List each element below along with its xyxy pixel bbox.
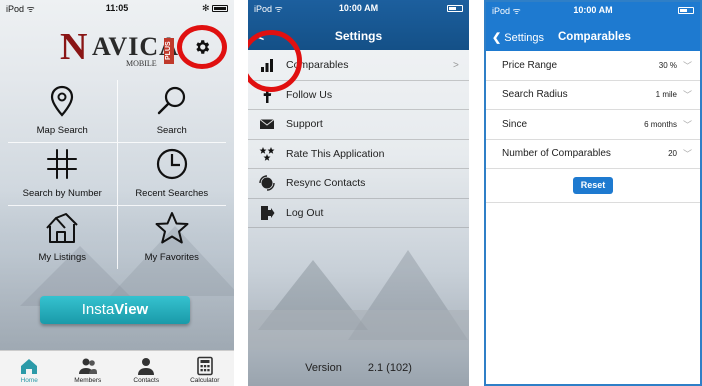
grid-row: Search by Number Recent Searches (8, 143, 226, 206)
row-value: 6 months (644, 119, 677, 129)
tab-members-label: Members (74, 377, 102, 384)
map-pin-icon (51, 85, 74, 117)
row-value: 20 (668, 149, 677, 159)
tab-members[interactable]: Members (59, 351, 118, 386)
instaview-bold: View (114, 301, 149, 318)
recent-searches-label: Recent Searches (135, 188, 209, 199)
search-by-number-label: Search by Number (22, 188, 102, 199)
instaview-prefix: Insta (81, 301, 115, 318)
battery-icon (393, 3, 464, 13)
chevron-left-icon: ❮ (492, 32, 502, 44)
clock-icon (156, 148, 187, 180)
comparables-settings-list: Price Range 30 % ﹀ Search Radius 1 mile … (486, 51, 700, 203)
chevron-down-icon: ﹀ (682, 119, 692, 130)
my-favorites-button[interactable]: My Favorites (116, 206, 227, 269)
envelope-icon (259, 119, 275, 130)
members-icon (78, 358, 97, 374)
menu-item-label: Comparables (286, 59, 349, 72)
contact-icon (138, 358, 155, 375)
recent-searches-button[interactable]: Recent Searches (116, 143, 227, 205)
search-radius-row[interactable]: Search Radius 1 mile ﹀ (486, 81, 700, 110)
menu-item-label: Log Out (286, 206, 324, 219)
row-label: Since (502, 118, 528, 130)
menu-item-label: Follow Us (286, 88, 333, 101)
menu-item-label: Resync Contacts (286, 177, 366, 190)
chevron-right-icon: > (453, 59, 459, 71)
calculator-icon (196, 356, 213, 376)
menu-item-log-out[interactable]: Log Out (248, 199, 469, 228)
back-label: Settings (504, 32, 545, 44)
menu-item-label: Support (286, 118, 323, 131)
hash-icon (47, 149, 78, 179)
menu-item-label: Rate This Application (286, 147, 385, 160)
row-label: Number of Comparables (502, 148, 611, 160)
chevron-down-icon: ﹀ (682, 149, 692, 160)
price-range-row[interactable]: Price Range 30 % ﹀ (486, 51, 700, 81)
reset-row: Reset (486, 169, 700, 203)
page-title: Comparables (558, 31, 631, 43)
house-icon (46, 213, 78, 243)
chevron-down-icon: ﹀ (682, 90, 692, 101)
instaview-button[interactable]: InstaView (40, 296, 190, 324)
search-button[interactable]: Search (116, 80, 227, 142)
stars-icon (259, 146, 275, 161)
row-label: Price Range (502, 59, 558, 71)
my-listings-button[interactable]: My Listings (8, 206, 117, 269)
version-value: 2.1 (102) (367, 362, 412, 374)
clock: 11:05 (105, 3, 129, 13)
navica-logo: N AVICA MOBILE PLUS (60, 26, 179, 68)
my-listings-label: My Listings (38, 252, 86, 263)
home-icon (21, 359, 38, 374)
version-label: Version (305, 362, 342, 374)
tab-home-label: Home (20, 377, 38, 384)
grid-row: Map Search Search (8, 80, 226, 143)
status-bar: iPod ᯤ 10:00 AM (486, 2, 700, 18)
my-favorites-label: My Favorites (144, 252, 199, 263)
map-search-button[interactable]: Map Search (8, 80, 117, 142)
tab-calculator[interactable]: Calculator (176, 351, 235, 386)
chevron-down-icon: ﹀ (682, 60, 692, 71)
reset-button[interactable]: Reset (573, 177, 613, 194)
search-by-number-button[interactable]: Search by Number (8, 143, 117, 205)
carrier-label: iPod ᯤ (492, 5, 521, 16)
row-label: Search Radius (502, 89, 568, 101)
number-of-comparables-row[interactable]: Number of Comparables 20 ﹀ (486, 140, 700, 169)
tab-contacts-label: Contacts (133, 377, 160, 384)
back-button[interactable]: ❮ Settings (492, 31, 544, 44)
gear-icon (196, 40, 210, 54)
carrier-label: iPod ᯤ (254, 3, 283, 14)
resync-icon (259, 175, 275, 191)
status-bar: iPod ᯤ 10:00 AM (248, 0, 469, 16)
star-icon (155, 212, 189, 244)
magnifier-icon (157, 86, 185, 115)
settings-screen: iPod ᯤ 10:00 AM < Settings Comparables >… (248, 0, 469, 386)
search-label: Search (156, 125, 187, 136)
grid-row: My Listings My Favorites (8, 206, 226, 269)
settings-button[interactable] (177, 25, 227, 69)
status-bar: iPod ᯤ 11:05 ✻ (0, 0, 234, 16)
carrier-label: iPod ᯤ (6, 3, 35, 14)
battery-icon: ✻ (154, 3, 228, 14)
row-value: 1 mile (655, 90, 677, 100)
menu-item-rate[interactable]: Rate This Application (248, 140, 469, 169)
clock: 10:00 AM (338, 3, 379, 13)
version-info: Version 2.1 (102) (248, 350, 469, 386)
menu-item-support[interactable]: Support (248, 110, 469, 140)
row-value: 30 % (658, 60, 677, 70)
clock: 10:00 AM (573, 5, 613, 15)
since-row[interactable]: Since 6 months ﹀ (486, 110, 700, 140)
menu-item-resync[interactable]: Resync Contacts (248, 169, 469, 199)
tab-home[interactable]: Home (0, 351, 59, 386)
home-menu-grid: Map Search Search Search by Number Recen… (8, 80, 226, 269)
tab-contacts[interactable]: Contacts (117, 351, 176, 386)
map-search-label: Map Search (36, 125, 88, 136)
tab-calculator-label: Calculator (190, 377, 220, 384)
comparables-navbar: iPod ᯤ 10:00 AM ❮ Settings Comparables (486, 2, 700, 51)
tab-bar: Home Members Contacts Calculator (0, 350, 234, 386)
logout-icon (261, 205, 275, 220)
battery-icon (627, 5, 694, 15)
comparables-screen: iPod ᯤ 10:00 AM ❮ Settings Comparables P… (484, 0, 702, 386)
home-screen: iPod ᯤ 11:05 ✻ N AVICA MOBILE PLUS Map S… (0, 0, 234, 386)
